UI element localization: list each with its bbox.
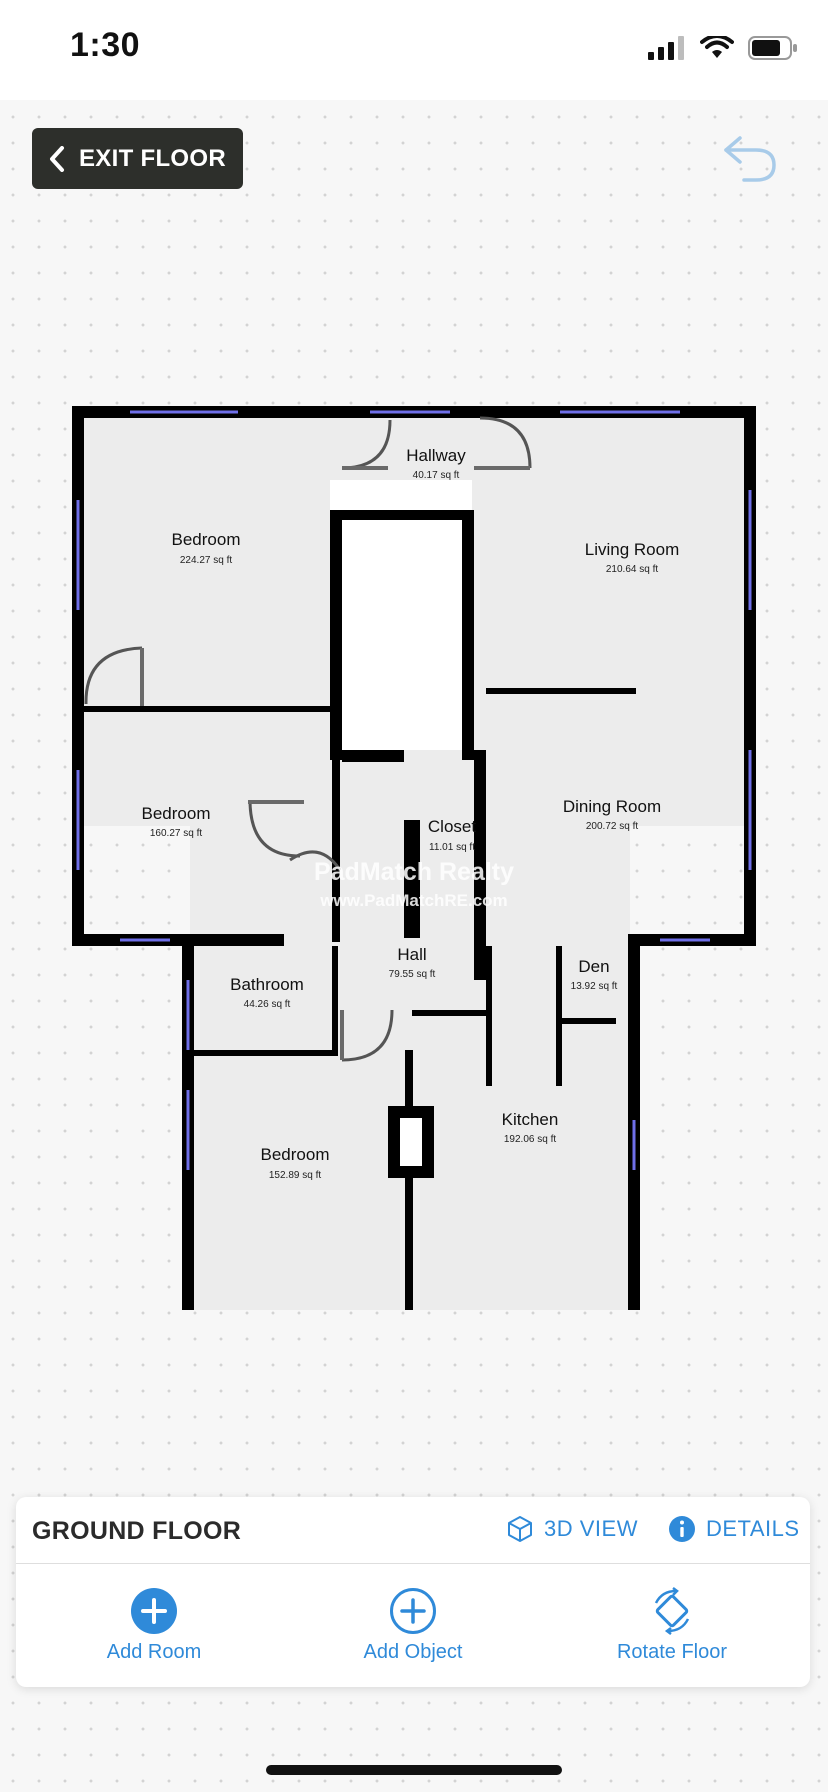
room-bedroom-3[interactable]: Bedroom 152.89 sq ft xyxy=(261,1145,330,1181)
status-bar: 1:30 xyxy=(0,0,828,100)
rotate-floor-button[interactable]: Rotate Floor xyxy=(572,1587,772,1664)
room-bedroom-1[interactable]: Bedroom 224.27 sq ft xyxy=(172,530,241,566)
add-object-button[interactable]: Add Object xyxy=(313,1587,513,1664)
room-bedroom-2[interactable]: Bedroom 160.27 sq ft xyxy=(142,804,211,839)
exit-floor-button[interactable]: EXIT FLOOR xyxy=(32,128,243,189)
room-name: Hall xyxy=(397,945,426,964)
add-room-label: Add Room xyxy=(106,1641,202,1663)
floor-name: GROUND FLOOR xyxy=(32,1517,242,1545)
room-area: 44.26 sq ft xyxy=(244,999,291,1010)
room-area: 160.27 sq ft xyxy=(150,828,202,839)
room-name: Kitchen xyxy=(502,1110,559,1129)
room-name: Den xyxy=(578,957,609,976)
room-closet[interactable]: Closet 11.01 sq ft xyxy=(428,817,476,853)
room-name: Living Room xyxy=(585,540,680,559)
room-kitchen[interactable]: Kitchen 192.06 sq ft xyxy=(502,1110,559,1145)
panel-header: GROUND FLOOR 3D VIEW DETAILS xyxy=(16,1497,810,1564)
3d-view-label: 3D VIEW xyxy=(544,1516,638,1541)
status-time: 1:30 xyxy=(70,26,141,64)
watermark-line2: www.PadMatchRE.com xyxy=(319,891,507,910)
battery-icon xyxy=(748,36,797,60)
room-area: 11.01 sq ft xyxy=(429,842,475,853)
add-object-label: Add Object xyxy=(363,1641,463,1663)
add-room-icon xyxy=(131,1588,177,1634)
details-button[interactable]: DETAILS xyxy=(668,1515,800,1543)
floor-panel: GROUND FLOOR 3D VIEW DETAILS Add Room Ad… xyxy=(16,1497,810,1687)
room-area: 210.64 sq ft xyxy=(606,564,658,575)
undo-icon[interactable] xyxy=(722,132,780,184)
signal-icon xyxy=(648,36,684,60)
add-room-button[interactable]: Add Room xyxy=(54,1587,254,1664)
room-name: Bedroom xyxy=(142,804,211,823)
room-name: Closet xyxy=(428,817,476,836)
status-icons xyxy=(648,36,798,60)
room-hallway[interactable]: Hallway 40.17 sq ft xyxy=(406,446,466,481)
floor-plan: PadMatch Realty www.PadMatchRE.com Hallw… xyxy=(72,406,756,1656)
room-name: Bedroom xyxy=(261,1145,330,1164)
cube-icon xyxy=(508,1516,532,1542)
room-area: 200.72 sq ft xyxy=(586,821,638,832)
room-area: 79.55 sq ft xyxy=(389,969,436,980)
floor-plan-canvas[interactable]: PadMatch Realty www.PadMatchRE.com Hallw… xyxy=(0,370,828,1656)
room-area: 192.06 sq ft xyxy=(504,1134,556,1145)
room-area: 40.17 sq ft xyxy=(413,470,460,481)
watermark-line1: PadMatch Realty xyxy=(314,858,514,886)
add-object-icon xyxy=(390,1588,436,1634)
home-indicator[interactable] xyxy=(266,1765,562,1775)
room-name: Hallway xyxy=(406,446,466,465)
3d-view-button[interactable]: 3D VIEW xyxy=(506,1515,638,1543)
room-name: Bathroom xyxy=(230,975,304,994)
details-label: DETAILS xyxy=(706,1516,800,1541)
exit-floor-label: EXIT FLOOR xyxy=(79,144,226,172)
rotate-floor-label: Rotate Floor xyxy=(616,1641,728,1663)
chevron-left-icon xyxy=(50,145,64,172)
rotate-floor-icon xyxy=(654,1587,690,1635)
room-area: 224.27 sq ft xyxy=(180,555,232,566)
room-name: Dining Room xyxy=(563,797,661,816)
room-area: 152.89 sq ft xyxy=(269,1170,321,1181)
wifi-icon xyxy=(700,36,734,58)
room-name: Bedroom xyxy=(172,530,241,549)
room-area: 13.92 sq ft xyxy=(571,981,618,992)
info-icon xyxy=(669,1516,695,1542)
